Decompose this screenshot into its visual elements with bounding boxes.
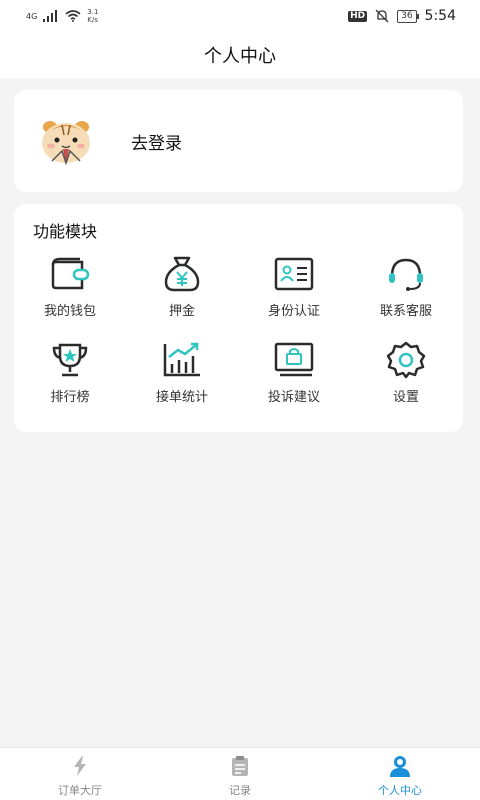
clipboard-icon: [232, 756, 248, 776]
bottom-tab-bar: 订单大厅 记录 个人中心: [0, 747, 480, 800]
function-item-identity[interactable]: 身份认证: [238, 252, 350, 338]
hamster-avatar-icon: [42, 121, 90, 166]
function-item-customer-service[interactable]: 联系客服: [350, 252, 462, 338]
function-module-card: 功能模块 我的钱包 押金 身份认证 联系客服 排行榜 接单统计 投诉建议 设置: [14, 204, 463, 432]
function-item-order-stats[interactable]: 接单统计: [126, 338, 238, 424]
function-label: 设置: [392, 390, 419, 405]
login-card[interactable]: 去登录: [14, 90, 463, 192]
gear-icon: [386, 341, 426, 379]
function-label: 我的钱包: [43, 304, 96, 319]
function-label: 身份认证: [267, 304, 320, 319]
function-label: 排行榜: [50, 390, 90, 405]
tab-order-hall[interactable]: 订单大厅: [0, 748, 160, 800]
complaint-icon: [274, 342, 314, 377]
network-type: 4G: [26, 11, 38, 21]
function-item-settings[interactable]: 设置: [350, 338, 462, 424]
tab-label: 个人中心: [378, 784, 422, 797]
function-label: 押金: [168, 304, 195, 319]
tab-label: 订单大厅: [58, 784, 102, 797]
tab-personal-center[interactable]: 个人中心: [320, 748, 480, 800]
headset-icon: [389, 258, 423, 291]
bar-chart-icon: [163, 342, 200, 377]
tab-records[interactable]: 记录: [160, 748, 320, 800]
login-link[interactable]: 去登录: [131, 129, 182, 154]
lightning-icon: [74, 756, 86, 776]
function-label: 投诉建议: [267, 390, 320, 405]
hd-badge: HD: [348, 10, 368, 22]
tab-label: 记录: [229, 784, 251, 797]
user-icon: [390, 756, 410, 777]
function-label: 联系客服: [379, 304, 432, 319]
function-item-complaints[interactable]: 投诉建议: [238, 338, 350, 424]
function-label: 接单统计: [155, 390, 208, 405]
wallet-icon: [51, 257, 90, 290]
network-speed: 3.1 K/s: [87, 8, 99, 24]
function-item-deposit[interactable]: 押金: [126, 252, 238, 338]
signal-icon: [43, 10, 58, 22]
id-card-icon: [274, 257, 314, 291]
trophy-icon: [52, 343, 88, 377]
money-bag-icon: [164, 256, 200, 292]
function-item-ranking[interactable]: 排行榜: [14, 338, 126, 424]
function-grid: 我的钱包 押金 身份认证 联系客服 排行榜 接单统计 投诉建议 设置: [14, 252, 463, 424]
mute-bell-icon: [375, 9, 389, 23]
status-bar: 4G 3.1 K/s HD 36 5:54: [0, 0, 480, 32]
page-title: 个人中心: [204, 46, 276, 67]
clock: 5:54: [424, 8, 456, 24]
battery-indicator: 36: [397, 9, 420, 23]
function-item-wallet[interactable]: 我的钱包: [14, 252, 126, 338]
function-module-title: 功能模块: [33, 222, 98, 241]
page-header: 个人中心: [0, 32, 480, 78]
wifi-icon: [65, 10, 81, 22]
